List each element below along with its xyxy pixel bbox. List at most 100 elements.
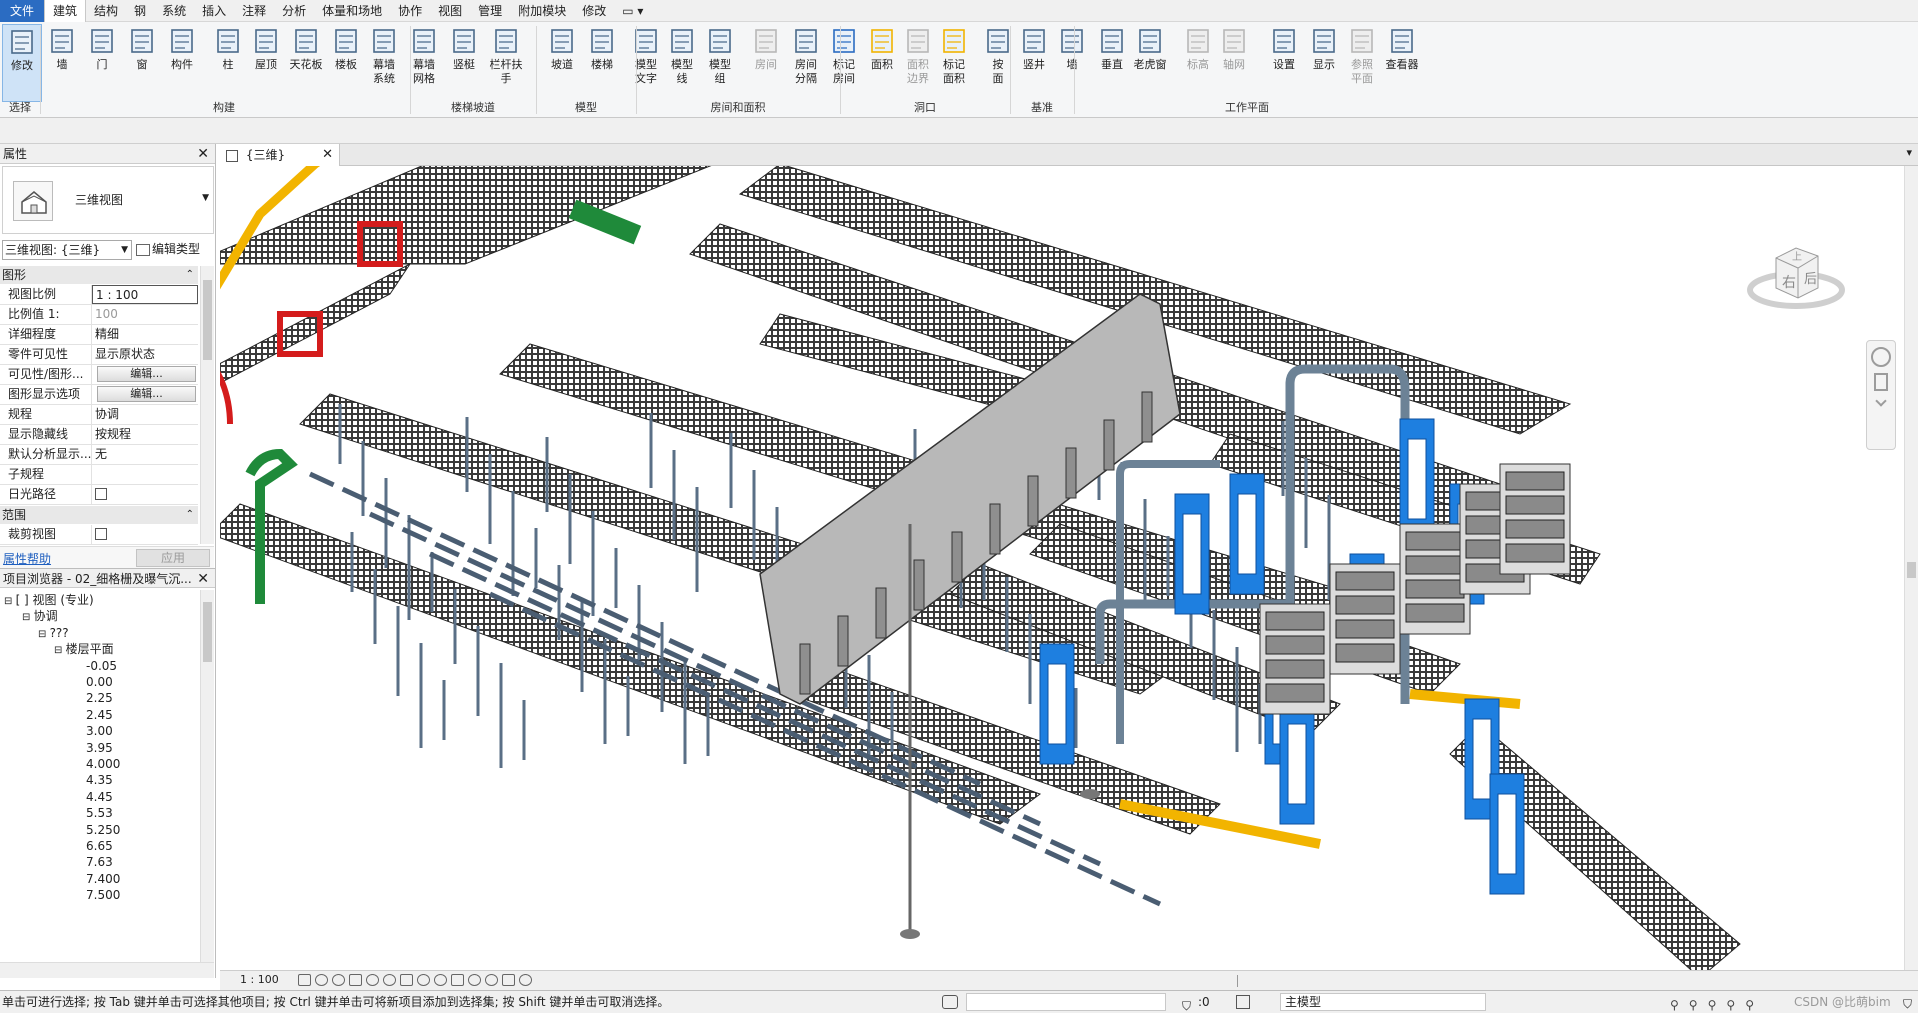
view-control-icon[interactable] (502, 974, 515, 986)
view-control-icon[interactable] (349, 974, 362, 986)
view-control-icon[interactable] (417, 974, 430, 986)
hscroll-thumb[interactable] (1237, 975, 1238, 987)
ribbon-button[interactable]: 标记 面积 (934, 24, 974, 102)
menu-item[interactable]: 分析 (274, 0, 314, 22)
steel-post[interactable] (799, 643, 811, 695)
link-select-icon[interactable]: ⚲ (1670, 994, 1679, 1012)
view-scale[interactable]: 1 : 100 (240, 973, 279, 986)
gate-window[interactable] (1182, 513, 1202, 595)
menu-item[interactable]: 文件 (0, 0, 45, 22)
drag-select-icon[interactable]: ⚲ (1745, 994, 1754, 1012)
machine-panel[interactable] (1335, 643, 1395, 663)
ribbon-button[interactable]: 墙 (1052, 24, 1092, 102)
view-control-icon[interactable] (315, 974, 328, 986)
view-instance-select[interactable]: 三维视图: {三维} ▼ (2, 240, 132, 260)
ribbon-button[interactable]: 按 面 (978, 24, 1018, 102)
ribbon-button[interactable]: 查看器 (1382, 24, 1422, 102)
prop-value[interactable] (92, 465, 198, 484)
prop-value[interactable]: 精细 (92, 325, 198, 344)
properties-scrollbar[interactable] (200, 266, 214, 544)
filter-icon[interactable]: ⛉ (1182, 995, 1191, 1017)
view-cube[interactable]: 右 后 上 (1746, 228, 1846, 328)
prop-value[interactable]: 100 (92, 305, 198, 324)
machine-panel[interactable] (1265, 635, 1325, 655)
properties-help-link[interactable]: 属性帮助 (3, 550, 51, 567)
steel-post[interactable] (875, 587, 887, 639)
pipe-support-base[interactable] (900, 929, 920, 939)
view-control-icon[interactable] (400, 974, 413, 986)
ribbon-button[interactable]: 模型 线 (662, 24, 702, 102)
close-icon[interactable]: ✕ (197, 144, 209, 164)
steel-post[interactable] (913, 559, 925, 611)
ribbon-button[interactable]: 竖井 (1014, 24, 1054, 102)
machine-panel[interactable] (1405, 603, 1465, 623)
section-graphics[interactable]: 图形 ⌃ (0, 266, 198, 284)
expand-icon[interactable]: ⊟ (22, 612, 34, 623)
ribbon-button[interactable]: 模型 文字 (626, 24, 666, 102)
viewcube-face-top[interactable]: 上 (1792, 248, 1802, 263)
steering-wheel-icon[interactable] (1871, 347, 1891, 367)
ribbon-button[interactable]: 参照 平面 (1342, 24, 1382, 102)
machine-panel[interactable] (1405, 579, 1465, 599)
machine-panel[interactable] (1265, 611, 1325, 631)
3d-model-scene[interactable] (220, 144, 1918, 978)
worksharing-icon[interactable] (942, 995, 958, 1009)
viewcube-face-front[interactable]: 右 (1782, 272, 1796, 292)
view-control-icon[interactable] (366, 974, 379, 986)
menu-item[interactable]: 协作 (390, 0, 430, 22)
pipe-support-base[interactable] (1080, 789, 1100, 799)
section-extents[interactable]: 范围 ⌃ (0, 506, 198, 524)
machine-panel[interactable] (1265, 659, 1325, 679)
viewcube-face-right[interactable]: 后 (1804, 268, 1817, 287)
ribbon-button[interactable]: 坡道 (542, 24, 582, 102)
3d-view-canvas[interactable] (220, 144, 1918, 978)
ribbon-button[interactable]: 栏杆扶手 (486, 24, 526, 102)
close-icon[interactable]: ✕ (197, 569, 209, 589)
steel-post[interactable] (989, 503, 1001, 555)
ribbon-button[interactable]: 标高 (1178, 24, 1218, 102)
machine-panel[interactable] (1335, 571, 1395, 591)
zoom-icon[interactable] (1874, 373, 1888, 391)
view-control-icon[interactable] (298, 974, 311, 986)
ribbon-button[interactable]: 房间 分隔 (786, 24, 826, 102)
browser-scrollbar[interactable] (200, 590, 214, 962)
grating-walkway[interactable] (220, 153, 741, 265)
ribbon-button[interactable]: 柱 (208, 24, 248, 102)
menu-item[interactable]: 结构 (86, 0, 126, 22)
menu-item[interactable]: 体量和场地 (314, 0, 390, 22)
menu-item[interactable]: 插入 (194, 0, 234, 22)
gate-window[interactable] (1047, 663, 1067, 745)
machine-panel[interactable] (1505, 543, 1565, 563)
ribbon-button[interactable]: 设置 (1264, 24, 1304, 102)
menu-item[interactable]: 系统 (154, 0, 194, 22)
menu-extra-dropdown[interactable]: ▭ ▾ (614, 0, 651, 22)
ribbon-button[interactable]: 标记 房间 (824, 24, 864, 102)
browser-hscrollbar[interactable] (0, 962, 214, 978)
ribbon-button[interactable]: 面积 边界 (898, 24, 938, 102)
filter-icon[interactable]: ⛉ (1903, 993, 1912, 1015)
ribbon-button[interactable]: 模型 组 (700, 24, 740, 102)
machine-panel[interactable] (1335, 595, 1395, 615)
canvas-scrollbar[interactable] (1904, 166, 1918, 970)
pinned-select-icon[interactable]: ⚲ (1708, 994, 1717, 1012)
ribbon-button[interactable]: 轴网 (1214, 24, 1254, 102)
steel-post[interactable] (1027, 475, 1039, 527)
ribbon-button[interactable]: 窗 (122, 24, 162, 102)
crop-checkbox[interactable] (95, 528, 107, 540)
machine-panel[interactable] (1335, 619, 1395, 639)
scroll-thumb[interactable] (203, 602, 212, 662)
view-control-icon[interactable] (451, 974, 464, 986)
workset-select[interactable] (966, 993, 1166, 1011)
gate-window[interactable] (1237, 493, 1257, 575)
prop-value[interactable]: 协调 (92, 405, 198, 424)
machine-panel[interactable] (1405, 531, 1465, 551)
ribbon-button[interactable]: 构件 (162, 24, 202, 102)
tab-menu-icon[interactable]: ▾ (1906, 146, 1912, 159)
chevron-down-icon[interactable] (1875, 395, 1887, 407)
gate-window[interactable] (1472, 718, 1492, 800)
menu-item[interactable]: 附加模块 (510, 0, 574, 22)
machine-panel[interactable] (1505, 495, 1565, 515)
edit-type-button[interactable]: 编辑类型 (136, 240, 214, 260)
ribbon-button[interactable]: 房间 (746, 24, 786, 102)
gate-window[interactable] (1497, 793, 1517, 875)
